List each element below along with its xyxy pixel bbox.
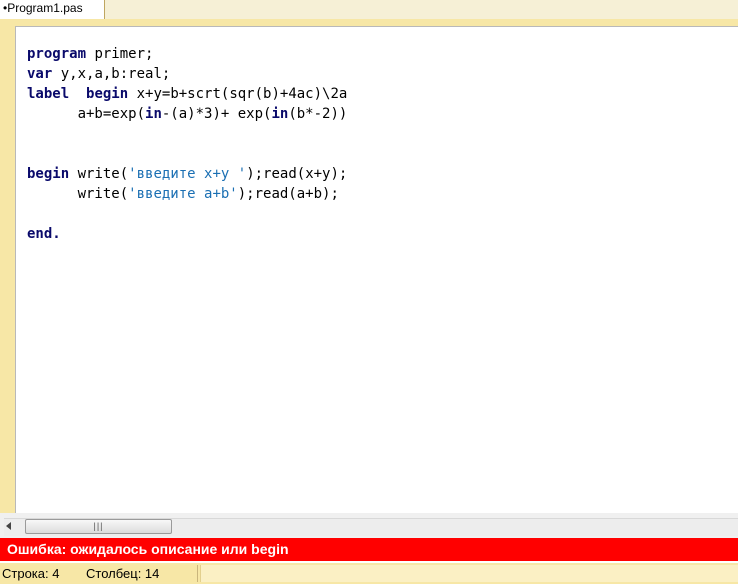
status-panel <box>200 565 738 582</box>
code-token: );read(x+y); <box>246 166 348 182</box>
code-line[interactable] <box>27 124 347 144</box>
scrollbar-grip-icon: ||| <box>93 521 104 531</box>
code-line[interactable]: label begin x+y=b+scrt(sqr(b)+4ac)\2a <box>27 84 347 104</box>
error-message: Ошибка: ожидалось описание или begin <box>0 538 738 561</box>
code-line[interactable]: begin write('введите x+y ');read(x+y); <box>27 164 347 184</box>
code-editor[interactable]: program primer; var y,x,a,b:real; label be… <box>15 26 738 513</box>
code-line[interactable]: var y,x,a,b:real; <box>27 64 347 84</box>
code-keyword: var <box>27 66 53 82</box>
code-keyword: begin <box>86 86 129 102</box>
code-token: (b*-2)) <box>288 106 348 122</box>
code-token: write( <box>27 186 129 202</box>
code-keyword: end. <box>27 226 61 242</box>
code-keyword: program <box>27 46 87 62</box>
status-bar: Строка: 4 Столбец: 14 <box>0 563 738 584</box>
status-separator <box>197 565 198 582</box>
code-token: primer; <box>86 46 154 62</box>
code-token: );read(a+b); <box>237 186 339 202</box>
code-keyword: in <box>145 106 162 122</box>
tab-program1[interactable]: •Program1.pas <box>0 0 105 19</box>
editor-frame: program primer; var y,x,a,b:real; label be… <box>0 19 738 538</box>
code-line[interactable] <box>27 204 347 224</box>
code-token: write( <box>69 166 129 182</box>
code-line[interactable]: a+b=exp(in-(a)*3)+ exp(in(b*-2)) <box>27 104 348 124</box>
code-text[interactable]: program primer; var y,x,a,b:real; label be… <box>27 44 347 244</box>
code-token: -(a)*3)+ exp( <box>161 106 272 122</box>
code-token: x+y=b+scrt(sqr(b)+4ac)\2a <box>128 86 348 102</box>
code-keyword: label <box>27 86 70 102</box>
tab-bar: •Program1.pas <box>0 0 738 20</box>
code-line[interactable] <box>27 144 347 164</box>
status-column: Столбец: 14 <box>86 566 160 581</box>
code-string: 'введите a+b' <box>128 186 238 202</box>
status-row: Строка: 4 <box>2 566 60 581</box>
code-keyword: in <box>271 106 289 122</box>
scroll-left-arrow-icon[interactable] <box>6 522 11 530</box>
code-string: 'введите x+y ' <box>128 166 247 182</box>
horizontal-scrollbar[interactable]: ||| <box>0 513 738 538</box>
code-line[interactable]: program primer; <box>27 44 347 64</box>
code-keyword: begin <box>27 166 70 182</box>
code-line[interactable]: write('введите a+b');read(a+b); <box>27 184 347 204</box>
code-token: a+b=exp( <box>27 106 146 122</box>
code-token: y,x,a,b:real; <box>52 66 171 82</box>
scrollbar-thumb[interactable]: ||| <box>25 519 172 534</box>
code-line[interactable]: end. <box>27 224 347 244</box>
